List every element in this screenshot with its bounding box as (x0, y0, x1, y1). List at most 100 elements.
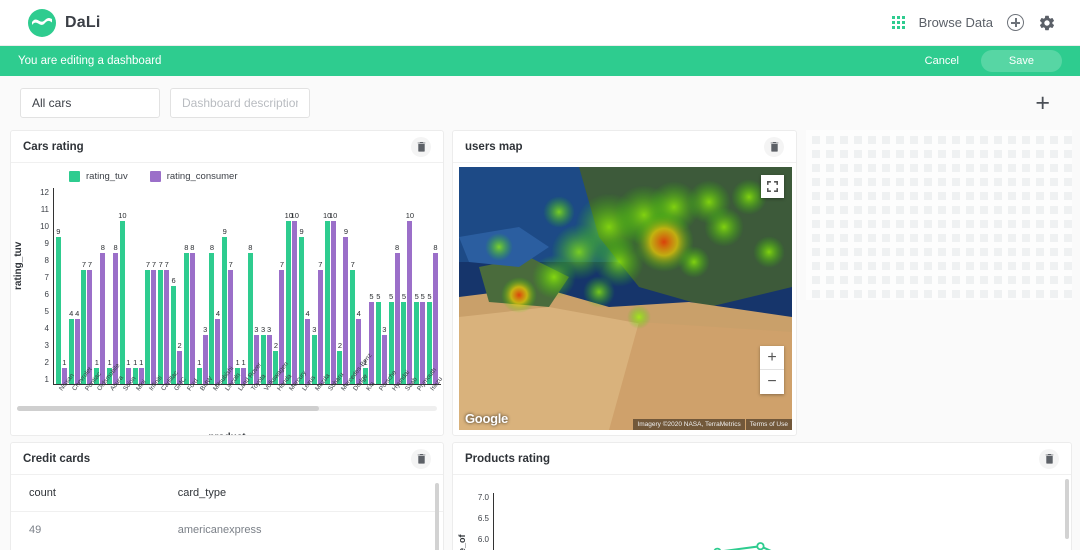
bar-group[interactable]: 97 (221, 188, 234, 384)
bar-group[interactable]: 84 (209, 188, 222, 384)
add-widget-button[interactable]: + (1035, 91, 1060, 116)
credit-cards-table: countcard_type 49americanexpress (11, 475, 443, 548)
map-canvas[interactable]: + − Google Imagery ©2020 NASA, TerraMetr… (459, 167, 792, 430)
bar[interactable]: 7 (81, 270, 86, 384)
bar[interactable]: 10 (407, 221, 412, 384)
bar-group[interactable]: 77 (81, 188, 94, 384)
vertical-scrollbar[interactable] (435, 483, 439, 550)
bar[interactable]: 7 (145, 270, 150, 384)
bar-group[interactable]: 83 (247, 188, 260, 384)
bar-group[interactable]: 1010 (324, 188, 337, 384)
card-header: users map (453, 131, 796, 163)
bar[interactable]: 7 (318, 270, 323, 384)
bar[interactable]: 5 (414, 302, 419, 384)
bar-group[interactable]: 77 (145, 188, 158, 384)
bar[interactable]: 5 (376, 302, 381, 384)
bar-group[interactable]: 33 (260, 188, 273, 384)
plus-circle-icon[interactable] (1007, 14, 1024, 31)
bar[interactable]: 7 (158, 270, 163, 384)
bar[interactable]: 8 (209, 253, 214, 384)
bar-value-label: 5 (376, 292, 380, 301)
save-button[interactable]: Save (981, 50, 1062, 72)
bar-group[interactable]: 62 (170, 188, 183, 384)
bar-group[interactable]: 1010 (285, 188, 298, 384)
cancel-button[interactable]: Cancel (917, 51, 967, 71)
bar[interactable]: 10 (292, 221, 297, 384)
bar-value-label: 7 (280, 260, 284, 269)
bar-group[interactable]: 88 (183, 188, 196, 384)
bar[interactable]: 7 (350, 270, 355, 384)
bar-group[interactable]: 58 (388, 188, 401, 384)
dashboard-meta-row: + (0, 76, 1080, 130)
bar-group[interactable]: 27 (273, 188, 286, 384)
trash-icon[interactable] (1039, 449, 1059, 469)
bar-group[interactable]: 510 (401, 188, 414, 384)
bar[interactable]: 10 (325, 221, 330, 384)
bar-value-label: 7 (229, 260, 233, 269)
bar[interactable]: 7 (151, 270, 156, 384)
bar[interactable]: 8 (395, 253, 400, 384)
bar[interactable]: 4 (215, 319, 220, 384)
bar-value-label: 8 (248, 243, 252, 252)
bar-group[interactable]: 53 (375, 188, 388, 384)
bar-value-label: 4 (357, 309, 361, 318)
trash-icon[interactable] (411, 137, 431, 157)
brand-logo[interactable]: DaLi (28, 9, 100, 37)
y-axis-label: e_of (457, 534, 467, 550)
bar-group[interactable]: 91 (55, 188, 68, 384)
bar[interactable]: 8 (184, 253, 189, 384)
fullscreen-icon[interactable] (761, 175, 784, 198)
dashboard-description-input[interactable] (170, 88, 310, 118)
browse-data-link[interactable]: Browse Data (919, 15, 993, 30)
trash-icon[interactable] (764, 137, 784, 157)
bar-group[interactable]: 55 (413, 188, 426, 384)
bar[interactable]: 9 (222, 237, 227, 384)
bar[interactable]: 8 (433, 253, 438, 384)
bar[interactable]: 8 (248, 253, 253, 384)
apps-grid-icon[interactable] (892, 16, 905, 29)
bar[interactable]: 7 (164, 270, 169, 384)
bar[interactable]: 4 (75, 319, 80, 384)
bar-value-label: 1 (197, 358, 201, 367)
bar-group[interactable]: 44 (68, 188, 81, 384)
bar[interactable]: 10 (331, 221, 336, 384)
vertical-scrollbar[interactable] (1065, 479, 1069, 539)
dashboard-title-input[interactable] (20, 88, 160, 118)
bar-group[interactable]: 29 (337, 188, 350, 384)
bar-value-label: 8 (395, 243, 399, 252)
bar-group[interactable]: 94 (298, 188, 311, 384)
zoom-out-button[interactable]: − (760, 370, 784, 394)
bar-value-label: 3 (261, 325, 265, 334)
bar-group[interactable]: 101 (119, 188, 132, 384)
bar-group[interactable]: 58 (426, 188, 439, 384)
bar-group[interactable]: 74 (349, 188, 362, 384)
bar-group[interactable]: 18 (106, 188, 119, 384)
bar-group[interactable]: 37 (311, 188, 324, 384)
bar[interactable]: 8 (100, 253, 105, 384)
bar-group[interactable]: 18 (93, 188, 106, 384)
bar-value-label: 8 (101, 243, 105, 252)
horizontal-scrollbar[interactable] (17, 406, 437, 411)
map-zoom-controls: + − (760, 346, 784, 394)
bar[interactable]: 8 (190, 253, 195, 384)
y-tick-label: 1 (45, 375, 49, 384)
bar[interactable]: 9 (56, 237, 61, 384)
bar[interactable]: 9 (343, 237, 348, 384)
bar[interactable]: 10 (286, 221, 291, 384)
bar-group[interactable]: 11 (132, 188, 145, 384)
bar-value-label: 9 (223, 227, 227, 236)
bar[interactable]: 9 (299, 237, 304, 384)
data-point[interactable] (757, 543, 763, 549)
bar-group[interactable]: 77 (157, 188, 170, 384)
bar[interactable]: 5 (420, 302, 425, 384)
page-title: users map (465, 141, 523, 153)
bar[interactable]: 5 (369, 302, 374, 384)
zoom-in-button[interactable]: + (760, 346, 784, 370)
bar-group[interactable]: 13 (196, 188, 209, 384)
bar-group[interactable]: 11 (234, 188, 247, 384)
line-path (502, 546, 1062, 550)
terms-of-use-link[interactable]: Terms of Use (746, 419, 792, 430)
bar[interactable]: 10 (120, 221, 125, 384)
trash-icon[interactable] (411, 449, 431, 469)
gear-icon[interactable] (1038, 14, 1056, 32)
